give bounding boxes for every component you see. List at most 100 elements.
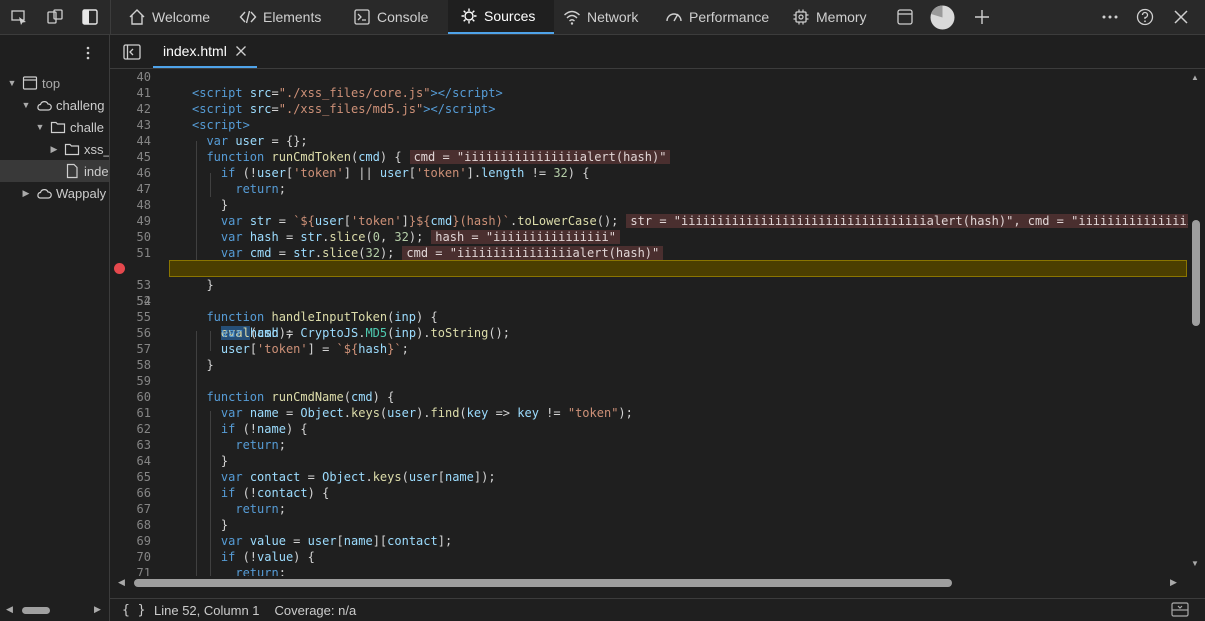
folder-icon xyxy=(64,143,80,156)
more-options-icon[interactable] xyxy=(1101,8,1119,26)
console-icon xyxy=(354,9,370,25)
tree-item-top[interactable]: ▼ top xyxy=(0,72,109,94)
device-emulation-icon[interactable] xyxy=(46,8,64,26)
inline-value-hint: str = "iiiiiiiiiiiiiiiiiiiiiiiiiiiiiiiii… xyxy=(626,214,1188,228)
vertical-scrollbar[interactable]: ▲ ▼ xyxy=(1188,69,1205,576)
code-line: 47 return; xyxy=(136,182,286,196)
code-line: 40 xyxy=(136,70,151,84)
code-line: 68 } xyxy=(136,518,229,532)
folder-icon xyxy=(50,121,66,134)
close-devtools-icon[interactable] xyxy=(1172,8,1190,26)
code-line-paused[interactable]: 52 eval(cmd); xyxy=(110,260,1188,340)
drawer-toggle-icon[interactable] xyxy=(1171,602,1189,617)
tab-network[interactable]: Network xyxy=(563,0,638,34)
tab-label: Welcome xyxy=(152,9,211,25)
application-panel-icon[interactable] xyxy=(896,8,914,26)
sources-gear-icon xyxy=(461,8,477,24)
close-tab-icon[interactable] xyxy=(235,45,247,57)
home-icon xyxy=(129,9,145,25)
tree-item-index-html[interactable]: inde xyxy=(0,160,109,182)
horizontal-scrollbar[interactable]: ◀ ▶ xyxy=(110,576,1205,590)
tab-label: Elements xyxy=(263,9,322,25)
code-line: 48 } xyxy=(136,198,229,212)
code-line: 49 var str = `${user['token']}${cmd}(has… xyxy=(110,213,1188,229)
inline-value-hint: cmd = "iiiiiiiiiiiiiiiialert(hash)" xyxy=(402,246,664,260)
scroll-up-arrow-icon[interactable]: ▲ xyxy=(1191,73,1199,82)
code-line: 41 <script src="./xss_files/core.js"></sc… xyxy=(136,86,503,100)
chip-icon xyxy=(793,9,809,25)
tree-label: xss_ xyxy=(84,141,110,157)
cloud-icon xyxy=(37,101,52,111)
scroll-right-arrow-icon[interactable]: ▶ xyxy=(94,604,101,615)
help-icon[interactable] xyxy=(1136,8,1154,26)
tab-label: Performance xyxy=(689,9,770,25)
tree-item-xss-files[interactable]: ▶ xss_ xyxy=(0,138,110,160)
expand-arrow-icon[interactable]: ▼ xyxy=(34,122,46,132)
scroll-left-arrow-icon[interactable]: ◀ xyxy=(118,577,125,588)
scroll-left-arrow-icon[interactable]: ◀ xyxy=(6,604,13,615)
code-line: 55 function handleInputToken(inp) { xyxy=(136,310,438,324)
coverage-status: Coverage: n/a xyxy=(274,602,357,618)
collapse-arrow-icon[interactable]: ▶ xyxy=(20,188,32,199)
navigator-hscroll-thumb[interactable] xyxy=(22,607,50,614)
code-line: 58 } xyxy=(136,358,214,372)
code-editor[interactable]: 40 41 <script src="./xss_files/core.js"><… xyxy=(110,69,1188,576)
tree-item-origin[interactable]: ▼ challeng xyxy=(0,94,109,116)
tree-label: Wappaly xyxy=(56,185,107,201)
expand-arrow-icon[interactable]: ▼ xyxy=(20,100,32,110)
code-line: 65 var contact = Object.keys(user[name])… xyxy=(136,470,496,484)
scroll-right-arrow-icon[interactable]: ▶ xyxy=(1170,577,1177,588)
code-line: 59 xyxy=(136,374,151,388)
tree-item-folder[interactable]: ▼ challe xyxy=(0,116,109,138)
collapse-arrow-icon[interactable]: ▶ xyxy=(48,144,60,155)
file-tab-label: index.html xyxy=(163,42,227,59)
add-tab-icon[interactable] xyxy=(973,8,991,26)
tab-console[interactable]: Console xyxy=(353,0,428,34)
devtools-tab-bar: Welcome Elements Console Sources Network… xyxy=(0,0,1205,35)
code-line: 71 return; xyxy=(136,566,286,576)
code-line: 42 <script src="./xss_files/md5.js"></scr… xyxy=(136,102,496,116)
horizontal-scroll-thumb[interactable] xyxy=(134,579,952,587)
code-line: 53 } xyxy=(136,278,214,292)
inline-value-hint: hash = "iiiiiiiiiiiiiiii" xyxy=(431,230,620,244)
status-bar: { } Line 52, Column 1 Coverage: n/a xyxy=(110,598,1205,621)
tab-welcome[interactable]: Welcome xyxy=(128,0,210,34)
toggle-panel-icon[interactable] xyxy=(81,8,99,26)
code-line: 56 var hash = CryptoJS.MD5(inp).toString… xyxy=(136,326,510,340)
file-icon xyxy=(66,163,78,179)
expand-arrow-icon[interactable]: ▼ xyxy=(6,78,18,88)
tab-label: Sources xyxy=(484,8,536,24)
code-line: 63 return; xyxy=(136,438,286,452)
code-line: 62 if (!name) { xyxy=(136,422,308,436)
navigator-more-icon[interactable] xyxy=(80,45,96,61)
tree-label: challe xyxy=(70,119,104,135)
code-line: 67 return; xyxy=(136,502,286,516)
scroll-down-arrow-icon[interactable]: ▼ xyxy=(1191,559,1199,568)
inspect-element-icon[interactable] xyxy=(10,8,28,26)
code-line: 61 var name = Object.keys(user).find(key… xyxy=(136,406,633,420)
tree-item-wappalyzer[interactable]: ▶ Wappaly xyxy=(0,182,109,204)
pretty-print-button[interactable]: { } xyxy=(122,603,154,618)
code-line: 54 xyxy=(136,294,151,308)
tab-memory[interactable]: Memory xyxy=(792,0,867,34)
code-line: 70 if (!value) { xyxy=(136,550,315,564)
vertical-scroll-thumb[interactable] xyxy=(1192,220,1200,326)
tab-sources[interactable]: Sources xyxy=(448,0,554,34)
file-tab-index-html[interactable]: index.html xyxy=(153,35,257,68)
code-line: 66 if (!contact) { xyxy=(136,486,330,500)
cursor-position: Line 52, Column 1 xyxy=(154,602,260,618)
tab-label: Memory xyxy=(816,9,867,25)
code-line: 44 var user = {}; xyxy=(136,134,308,148)
breakpoint-icon[interactable] xyxy=(114,263,125,274)
toggle-navigator-icon[interactable] xyxy=(123,44,141,60)
code-brackets-icon xyxy=(239,10,257,24)
code-line: 57 user['token'] = `${hash}`; xyxy=(136,342,409,356)
code-line: 51 var cmd = str.slice(32); cmd = "iiiiii… xyxy=(110,245,1188,261)
frame-icon xyxy=(22,76,38,90)
pie-panel-icon[interactable] xyxy=(930,5,955,30)
gauge-icon xyxy=(666,13,682,22)
code-line: 43 <script> xyxy=(136,118,250,132)
code-line: 60 function runCmdName(cmd) { xyxy=(136,390,395,404)
tab-performance[interactable]: Performance xyxy=(665,0,769,34)
tab-elements[interactable]: Elements xyxy=(239,0,321,34)
